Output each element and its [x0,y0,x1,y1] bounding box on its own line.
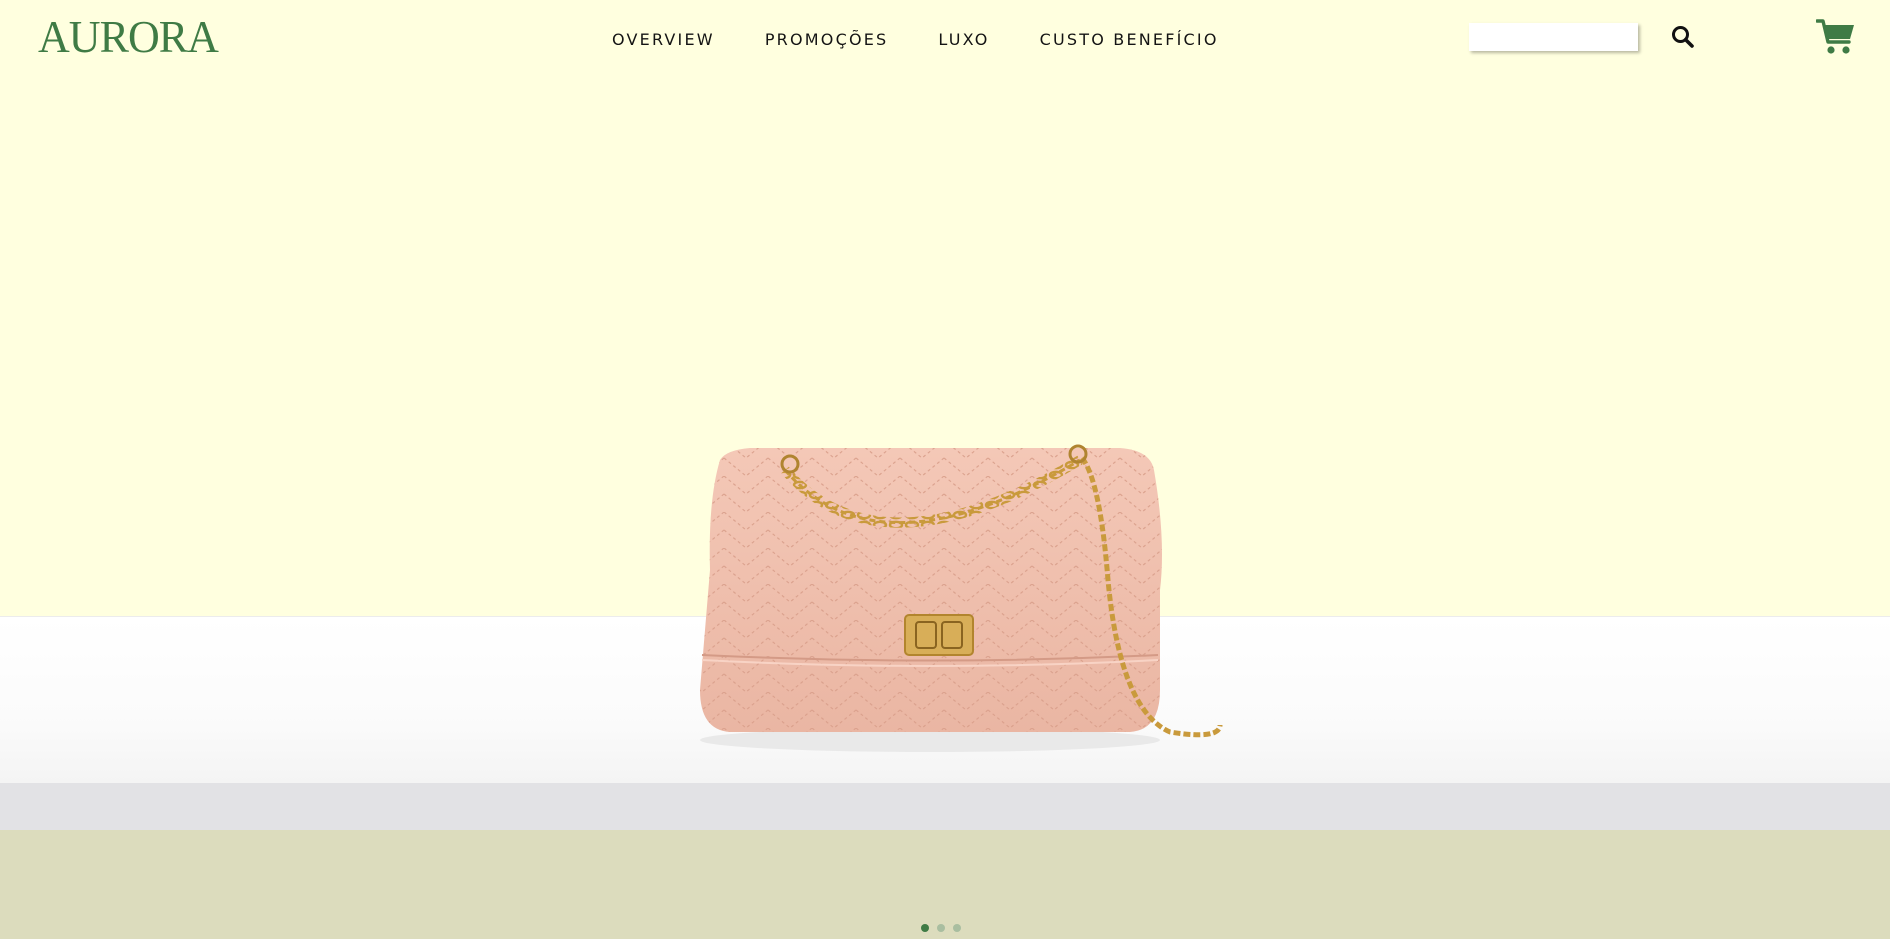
search-icon[interactable] [1670,24,1696,50]
handbag-illustration [700,444,1223,752]
carousel-dot-3[interactable] [953,924,961,932]
svg-text:AURORA: AURORA [38,14,219,56]
nav-item-luxo[interactable]: LUXO [938,30,989,49]
carousel-dot-1[interactable] [921,924,929,932]
hero-product-image [680,440,1240,770]
carousel-band [0,830,1890,939]
carousel-indicators [921,924,961,932]
hero-bottom-band [0,783,1890,830]
carousel-dot-2[interactable] [937,924,945,932]
nav-item-custo-beneficio[interactable]: CUSTO BENEFÍCIO [1040,30,1219,49]
shopping-cart-icon[interactable] [1815,18,1856,56]
nav-item-overview[interactable]: OVERVIEW [612,30,715,49]
search-input[interactable] [1469,23,1638,51]
main-nav: OVERVIEW PROMOÇÕES LUXO CUSTO BENEFÍCIO [612,26,1219,52]
aurora-wordmark: AURORA [38,11,220,62]
nav-item-promocoes[interactable]: PROMOÇÕES [765,30,889,49]
brand-logo[interactable]: AURORA [38,11,220,62]
